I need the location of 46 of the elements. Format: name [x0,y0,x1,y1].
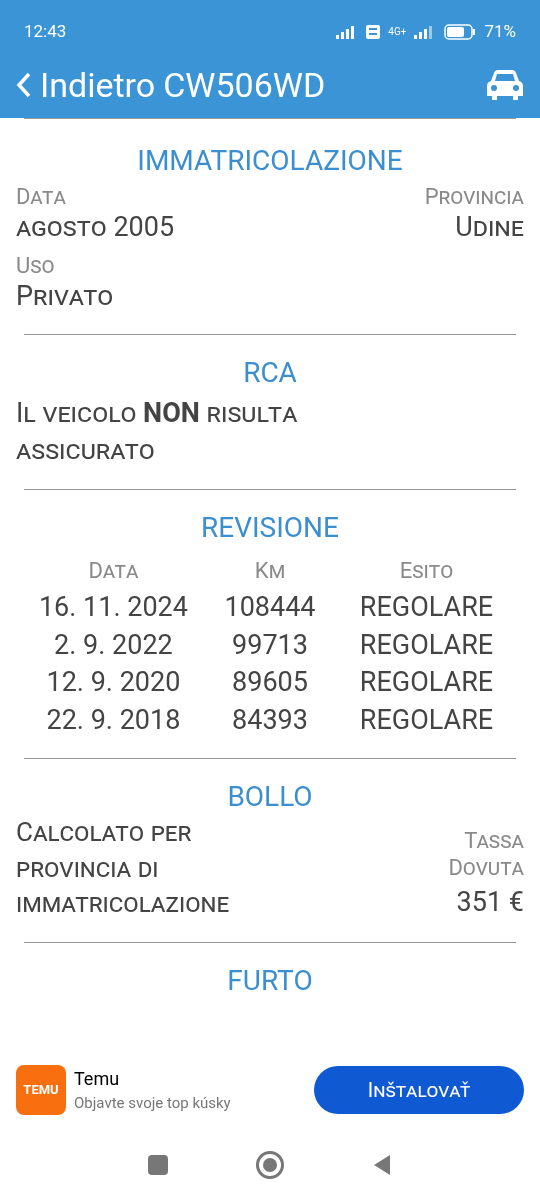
table-cell-text: 12. 9. 2020 [45,666,182,700]
field-label: Data [16,183,66,211]
table-cell-text: 108444 [223,590,317,625]
ad-title: Temu [74,1067,121,1092]
battery-percent: 71% [484,20,516,44]
status-time: 12:43 [24,20,67,44]
table-cell-text: 99713 [231,628,309,663]
home-button[interactable] [256,1151,284,1179]
battery-icon [444,24,477,40]
field-label: Provincia [424,183,524,211]
section-title: RCA [242,358,298,387]
section-title: IMMATRICOLAZIONE [137,147,403,175]
column-header: Esito [398,556,455,585]
table-cell-text: 2. 9. 2022 [53,628,174,663]
table-cell-text: REGOLARE [358,590,495,625]
table-cell-text: REGOLARE [358,704,495,738]
app-icon: TEMU [16,1065,66,1115]
table-cell-text: 22. 9. 2018 [45,704,182,738]
page-title: CW506WD [163,68,326,102]
back-nav-icon[interactable] [372,1154,392,1176]
field-label: Uso [16,252,55,280]
table-cell-text: REGOLARE [358,628,495,663]
table-cell-text: 16. 11. 2024 [37,590,189,625]
table-cell-text: REGOLARE [358,666,495,700]
field-value: Udine [455,210,524,245]
section-title: BOLLO [226,782,314,811]
column-header: Km [253,556,287,585]
field-value: Privato [16,279,114,314]
tax-amount: 351 € [456,884,524,920]
install-button[interactable]: Inštalovať [314,1066,524,1114]
car-icon[interactable] [486,69,524,101]
back-button[interactable]: Indietro [16,68,156,102]
table-cell-text: 84393 [231,704,309,738]
section-title: REVISIONE [200,513,340,542]
insurance-text: Il veicolo NON risulta assicurato [15,395,299,468]
column-header: Data [87,556,140,585]
back-chevron-icon [16,71,32,99]
network-type: 4G+ [388,27,407,37]
recents-button[interactable] [148,1155,168,1175]
section-title: FURTO [226,967,314,995]
field-value: agosto 2005 [16,210,175,245]
ad-tagline: Objavte svoje top kúsky [74,1093,231,1115]
table-cell-text: 89605 [231,666,309,700]
volte-icon [366,25,381,39]
tax-description: Calcolato per provincia di immatricolazione [16,815,231,921]
tax-label: Tassa Dovuta [447,826,524,882]
